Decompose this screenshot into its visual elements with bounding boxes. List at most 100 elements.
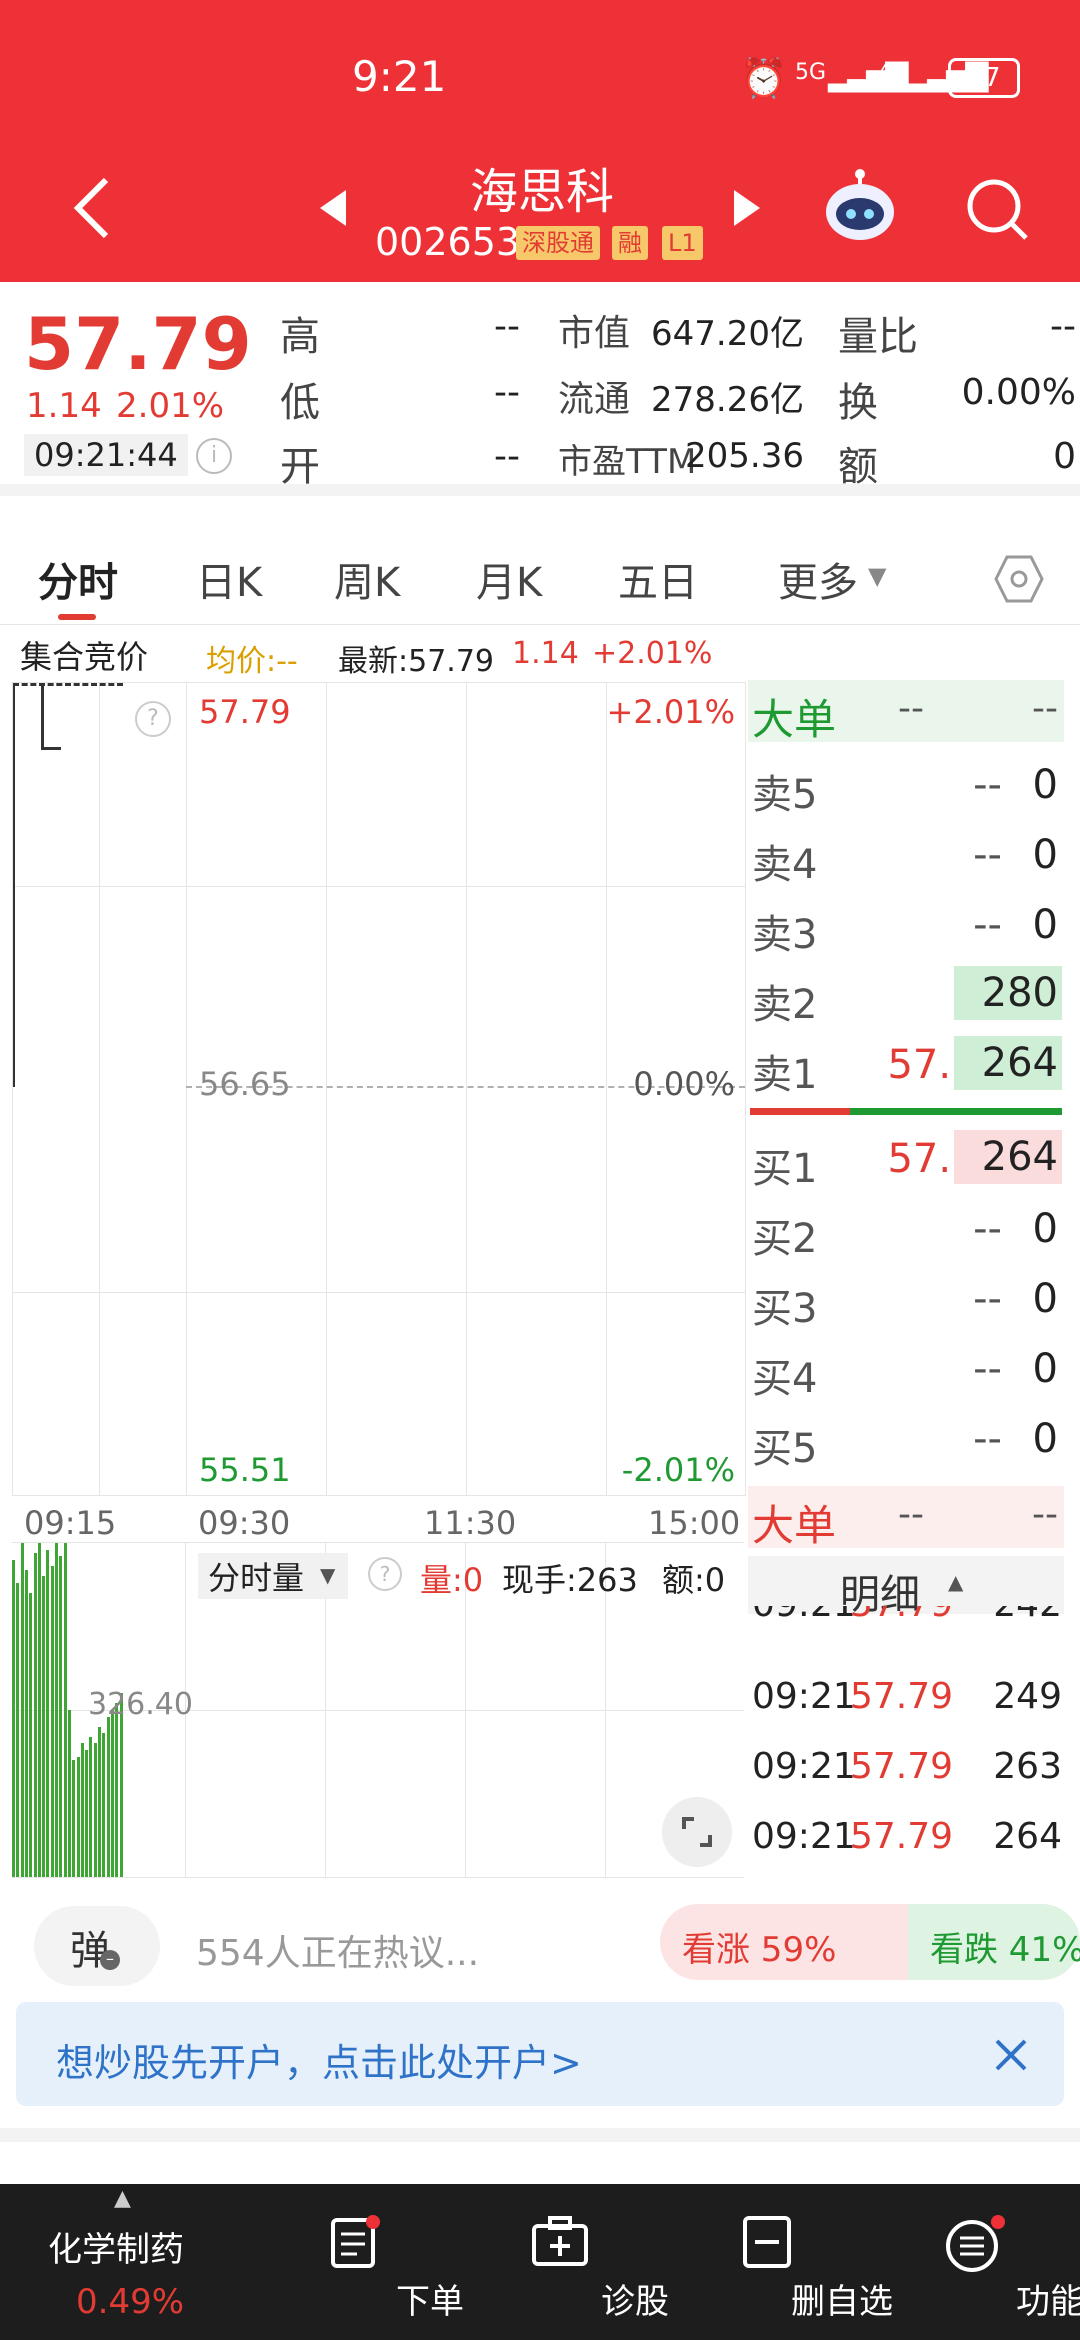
expand-button[interactable] [662,1797,732,1867]
float-label: 流通 [558,379,631,420]
status-time: 9:21 [352,52,447,101]
info-icon[interactable]: i [196,438,232,474]
volume-bar [24,1570,28,1877]
buy-volume: 0 [1032,1276,1058,1322]
volume-bar [33,1553,37,1877]
sell-volume: 0 [1032,762,1058,808]
tab-five-day[interactable]: 五日 [618,550,698,608]
big-order-a: -- [898,1494,924,1535]
float-value: 278.26亿 [651,380,804,420]
big-order-b: -- [1032,1494,1058,1535]
dropdown-icon[interactable]: ▼ [320,1563,335,1587]
auction-dash-line [13,683,123,686]
volume-bar [67,1710,71,1877]
intraday-chart[interactable]: ? 57.79 56.65 55.51 +2.01% 0.00% -2.01% [12,682,746,1496]
detail-time: 09:21 [752,1746,856,1787]
sell-row[interactable]: 卖3 -- 0 [752,894,1062,958]
detail-time: 09:21 [752,1816,856,1857]
detail-price: 57.79 [850,1606,953,1625]
auction-price-mark [41,683,44,749]
tag-shenguangtong: 深股通 [516,226,600,260]
divider [0,624,1080,625]
settings-hexagon-icon[interactable] [994,554,1044,604]
low-value: -- [494,372,520,413]
buy-volume: 0 [1032,1346,1058,1392]
help-icon[interactable]: ? [135,701,171,737]
bull-button[interactable]: 看涨 59% [660,1904,908,1980]
menu-circle-icon [946,2215,1005,2272]
tab-weekly-k[interactable]: 周K [334,550,400,608]
current-hand: 现手:263 [502,1561,638,1599]
volume-bar [63,1543,67,1877]
close-icon[interactable] [994,2038,1028,2072]
grid-line [13,886,745,887]
fullscreen-icon [682,1817,712,1847]
buy-price: -- [973,1416,1002,1462]
robot-assistant-icon[interactable] [822,168,898,244]
bear-button[interactable]: 看跌 41% [908,1904,1080,1980]
tag-rong: 融 [612,226,648,260]
buy-price: -- [973,1276,1002,1322]
sell-row[interactable]: 卖5 -- 0 [752,754,1062,818]
bull-label: 看涨 59% [682,1930,837,1970]
price-change-pct: 2.01% [116,386,225,426]
sell-row[interactable]: 卖2--280 [752,964,1062,1028]
grid-line [606,683,607,1495]
tab-daily-k[interactable]: 日K [196,550,262,608]
big-order-header: 大单 -- -- [748,680,1064,744]
detail-volume: 249 [993,1676,1062,1717]
back-arrow-icon[interactable] [72,176,112,240]
remove-icon [743,2216,791,2268]
sell-volume: 280 [954,966,1062,1020]
tab-monthly-k[interactable]: 月K [476,550,542,608]
detail-row: 09:21 57.79 263 [752,1746,1062,1806]
search-icon[interactable] [964,176,1030,242]
grid-line [99,683,100,1495]
open-value: -- [494,436,520,477]
tab-intraday[interactable]: 分时 [38,550,118,608]
volume-bar [59,1556,63,1877]
sell-row[interactable]: 卖4 -- 0 [752,824,1062,888]
next-stock-icon[interactable] [734,190,760,226]
volume-bar [98,1727,101,1877]
tab-more[interactable]: 更多 [778,550,858,608]
grid-line [466,683,467,1495]
auction-bar [13,683,15,1087]
buy-row[interactable]: 买1 57.79 264 [752,1128,1062,1192]
pct-axis-bottom: -2.01% [621,1451,735,1489]
grid-line [186,683,187,1495]
sort-up-icon: ▲ [948,1570,964,1594]
amount-value: 额:0 [662,1561,726,1599]
volume-bar [89,1737,93,1877]
alarm-icon: ⏰ [740,56,788,100]
big-order-label: 大单 [752,1501,837,1550]
stock-name: 海思科 [470,164,615,220]
volume-bar [12,1560,15,1877]
app-header: 9:21 ⏰ 5G ▂▃▅▇ 4G ▂▃▅▇ 27 海思科 002653 深股通… [0,0,1080,282]
minus-icon: – [100,1950,120,1970]
open-account-banner[interactable]: 想炒股先开户，点击此处开户> [16,2002,1064,2106]
buy-volume: 264 [954,1130,1062,1184]
bid-ask-divider-red [750,1108,850,1115]
pe-label: 市盈TTM [558,442,697,482]
quote-panel: 57.79 1.14 2.01% 09:21:44 i 高 -- 低 -- 开 … [0,282,1080,490]
buy-row[interactable]: 买4 -- 0 [752,1338,1062,1402]
volume-bar [16,1583,20,1877]
dropdown-icon[interactable]: ▼ [868,562,886,590]
buy-row[interactable]: 买3 -- 0 [752,1268,1062,1332]
sell-row[interactable]: 卖1 57.79 264 [752,1034,1062,1098]
hot-discussion[interactable]: 554人正在热议... [196,1924,479,1976]
high-label: 高 [280,314,320,360]
volume-bar [29,1593,33,1877]
quote-time: 09:21:44 [24,434,188,476]
detail-volume: 264 [993,1816,1062,1857]
caret-up-icon: ▲ [114,2186,131,2211]
buy-row[interactable]: 买2 -- 0 [752,1198,1062,1262]
danmu-button[interactable]: 弹 – [34,1906,160,1986]
buy-row[interactable]: 买5 -- 0 [752,1408,1062,1472]
volume-bar [46,1550,50,1877]
volume-chart[interactable]: 326.40 分时量 ▼ ? 量:0 现手:263 额:0 [12,1542,744,1878]
help-icon[interactable]: ? [368,1557,402,1591]
prev-stock-icon[interactable] [320,190,346,226]
big-order-b: -- [1032,688,1058,729]
